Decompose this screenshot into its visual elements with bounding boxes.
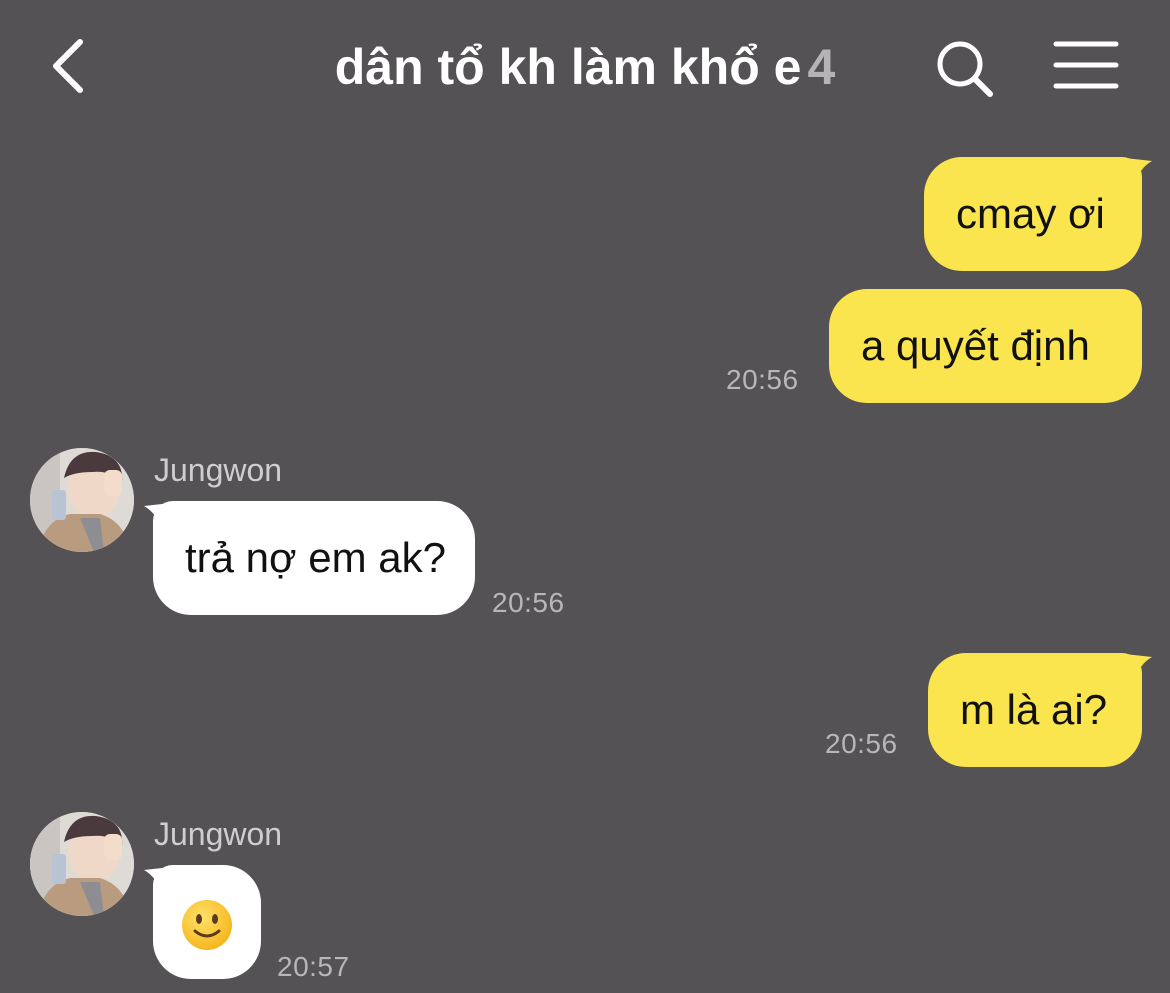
avatar-photo	[30, 448, 134, 552]
message-text: m là ai?	[960, 686, 1108, 733]
sender-name: Jungwon	[154, 452, 283, 488]
slightly-smiling-face-icon	[182, 899, 232, 950]
sender-name: Jungwon	[154, 816, 283, 852]
message-timestamp: 20:56	[825, 728, 898, 759]
bubble-tail	[1116, 653, 1152, 683]
chat-title-text: dân tổ kh làm khổ e	[334, 39, 802, 95]
avatar[interactable]	[30, 812, 134, 916]
message-bubble-received[interactable]	[153, 865, 261, 979]
chat-header: dân tổ kh làm khổ e4	[0, 0, 1170, 130]
avatar-photo	[30, 812, 134, 916]
message-text: trả nợ em ak?	[185, 534, 446, 581]
bubble-tail	[1116, 157, 1152, 187]
hamburger-menu-icon	[1053, 41, 1119, 89]
message-bubble-received[interactable]: trả nợ em ak?	[153, 501, 475, 615]
avatar[interactable]	[30, 448, 134, 552]
message-bubble-sent[interactable]: cmay ơi	[924, 157, 1142, 271]
message-text: cmay ơi	[956, 190, 1105, 237]
message-timestamp: 20:57	[277, 951, 350, 982]
search-icon	[937, 41, 993, 97]
member-count: 4	[807, 39, 836, 95]
message-timestamp: 20:56	[726, 364, 799, 395]
message-text: a quyết định	[861, 322, 1090, 369]
message-bubble-sent[interactable]: m là ai?	[928, 653, 1142, 767]
chat-screen: dân tổ kh làm khổ e4 cmay ơi a quyết địn…	[0, 0, 1170, 993]
search-button[interactable]	[932, 36, 998, 102]
menu-button[interactable]	[1050, 38, 1122, 94]
message-timestamp: 20:56	[492, 587, 565, 618]
message-bubble-sent[interactable]: a quyết định	[829, 289, 1142, 403]
